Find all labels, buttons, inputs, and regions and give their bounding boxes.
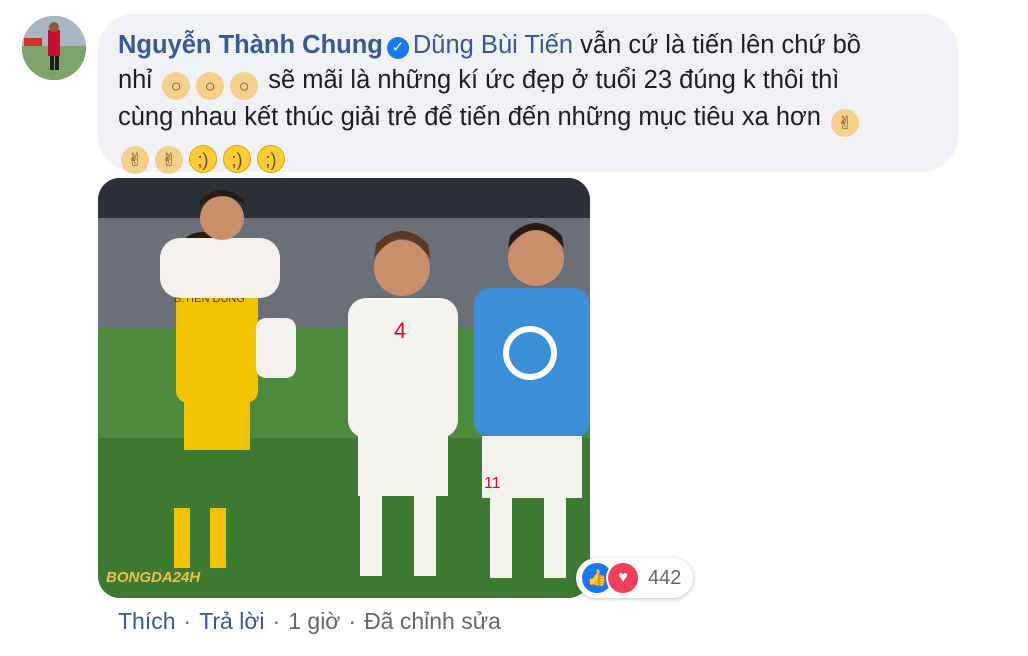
separator-dot: ·	[272, 608, 281, 634]
avatar[interactable]	[22, 16, 86, 80]
comment-author[interactable]: Nguyễn Thành Chung	[118, 31, 383, 59]
victory-hand-emoji-icon: ✌	[121, 146, 149, 174]
shirt-number-right: 11	[484, 475, 501, 492]
verified-badge-icon: ✓	[386, 37, 409, 59]
ok-hand-emoji-icon: ○	[230, 72, 259, 100]
victory-hand-emoji-icon: ✌	[831, 109, 860, 137]
edited-label[interactable]: Đã chỉnh sửa	[364, 608, 501, 635]
ok-hand-emoji-icon: ○	[162, 72, 191, 100]
comment-text-line3: cùng nhau kết thúc giải trẻ để tiến đến …	[118, 103, 821, 131]
like-button[interactable]: Thích	[118, 608, 176, 635]
shirt-number-center: 4	[394, 318, 406, 343]
reaction-count: 442	[648, 566, 682, 589]
comment-photo[interactable]: B.TIẾN DŨNG 4 11 BONGDA24H	[98, 178, 590, 598]
comment-timestamp[interactable]: 1 giờ	[288, 608, 340, 635]
wink-emoji-icon: ;)	[189, 145, 217, 173]
ok-hand-emoji-icon: ○	[196, 72, 225, 100]
comment-text-line1: vẫn cứ là tiến lên chứ bồ	[580, 31, 861, 59]
reply-button[interactable]: Trả lời	[199, 608, 264, 635]
comment-text-line2b: sẽ mãi là những kí ức đẹp ở tuổi 23 đúng…	[268, 66, 840, 94]
comment-text-line2a: nhỉ	[118, 66, 153, 94]
victory-hand-emoji-icon: ✌	[155, 146, 183, 174]
separator-dot: ·	[348, 608, 357, 634]
comment-bubble: Nguyễn Thành Chung ✓ Dũng Bùi Tiến vẫn cứ …	[98, 14, 958, 174]
separator-dot: ·	[183, 608, 192, 634]
reactions-summary[interactable]: 👍 ♥ 442	[576, 558, 694, 598]
watermark-label: BONGDA24H	[106, 569, 201, 586]
love-reaction-icon: ♥	[606, 561, 640, 595]
wink-emoji-icon: ;)	[257, 145, 285, 173]
mention-link[interactable]: Dũng Bùi Tiến	[413, 31, 573, 59]
wink-emoji-icon: ;)	[223, 145, 251, 173]
comment-actions: Thích · Trả lời · 1 giờ · Đã chỉnh sửa	[118, 608, 501, 635]
